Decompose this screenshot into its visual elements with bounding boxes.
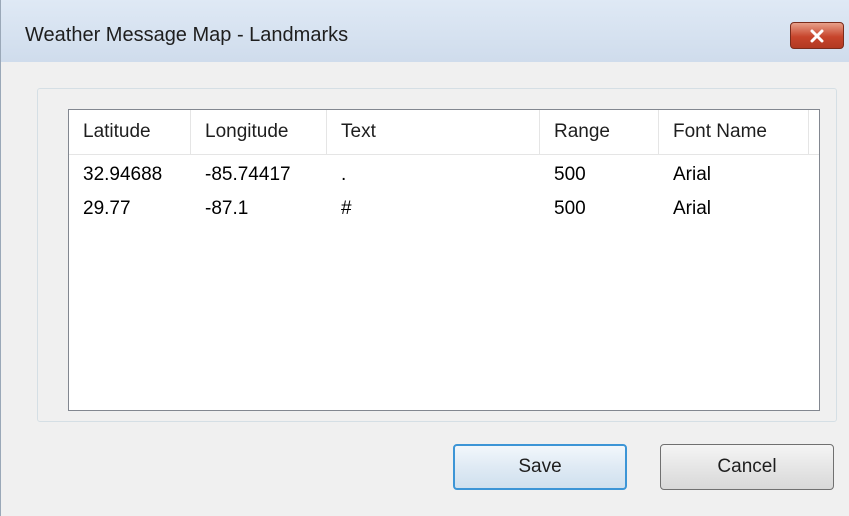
- cell-latitude: 32.94688: [83, 164, 163, 185]
- landmarks-group: Latitude Longitude Text Range Font Name …: [37, 88, 837, 422]
- table-row[interactable]: 32.94688 -85.74417 . 500 Arial: [69, 158, 819, 192]
- column-header-text[interactable]: Text: [327, 110, 540, 154]
- column-header-font-name[interactable]: Font Name: [659, 110, 809, 154]
- save-button[interactable]: Save: [453, 444, 627, 490]
- title-bar[interactable]: Weather Message Map - Landmarks: [1, 0, 849, 62]
- cell-longitude: -85.74417: [205, 164, 291, 185]
- landmarks-list[interactable]: Latitude Longitude Text Range Font Name …: [68, 109, 820, 411]
- close-icon: [809, 29, 825, 43]
- cancel-button[interactable]: Cancel: [660, 444, 834, 490]
- cell-text: .: [341, 164, 347, 185]
- dialog-client-area: Latitude Longitude Text Range Font Name …: [15, 62, 849, 516]
- cell-range: 500: [554, 164, 586, 185]
- close-button[interactable]: [790, 22, 844, 49]
- column-header-longitude[interactable]: Longitude: [191, 110, 327, 154]
- table-row[interactable]: 29.77 -87.1 # 500 Arial: [69, 192, 819, 226]
- cell-range: 500: [554, 198, 586, 219]
- cell-latitude: 29.77: [83, 198, 131, 219]
- column-header-latitude[interactable]: Latitude: [69, 110, 191, 154]
- window-title: Weather Message Map - Landmarks: [25, 24, 349, 46]
- cell-font-name: Arial: [673, 164, 712, 185]
- cell-font-name: Arial: [673, 198, 712, 219]
- list-header: Latitude Longitude Text Range Font Name: [69, 110, 819, 155]
- cell-text: #: [341, 198, 352, 219]
- cell-longitude: -87.1: [205, 198, 249, 219]
- column-header-range[interactable]: Range: [540, 110, 659, 154]
- dialog-window: Weather Message Map - Landmarks Latitude…: [0, 0, 849, 516]
